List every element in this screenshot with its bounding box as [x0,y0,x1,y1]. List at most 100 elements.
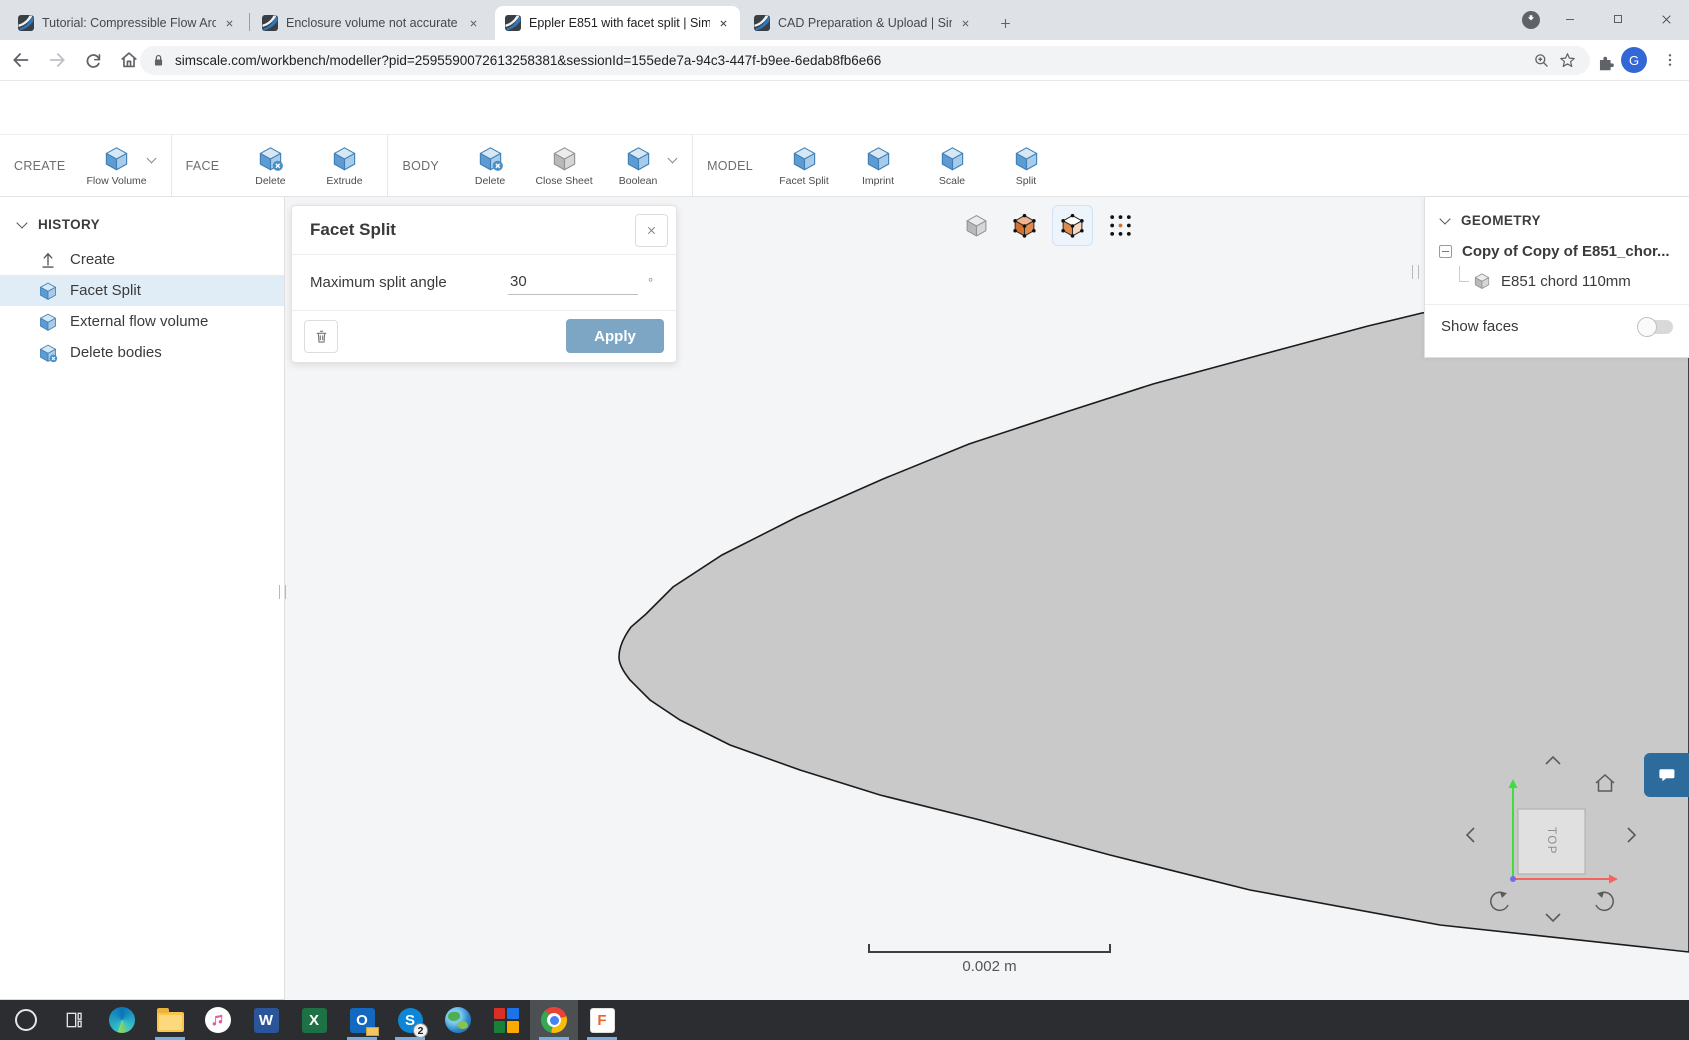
window-maximize-button[interactable] [1595,0,1641,38]
history-item-create[interactable]: Create [0,244,284,275]
plus-icon [1000,18,1010,28]
geometry-tree-child[interactable]: E851 chord 110mm [1425,266,1689,296]
edge-button[interactable] [98,1000,146,1040]
browser-menu-icon[interactable] [1658,48,1682,72]
history-item-facet-split[interactable]: Facet Split [0,275,284,306]
facet-split-dialog: Facet Split Maximum split angle ° Apply [291,205,677,363]
tool-face-delete[interactable]: Delete [233,141,307,191]
tool-body-delete[interactable]: Delete [453,141,527,191]
dialog-close-button[interactable] [635,213,668,247]
window-close-button[interactable] [1643,0,1689,38]
tab-close-icon[interactable] [464,14,482,32]
history-item-delete-bodies[interactable]: Delete bodies [0,337,284,368]
browser-tab-1[interactable]: Tutorial: Compressible Flow Arou [8,6,246,40]
task-view-icon [66,1012,82,1028]
window-minimize-button[interactable] [1547,0,1593,38]
skype-button[interactable]: S 2 [386,1000,434,1040]
render-mode-buttons [956,205,1141,246]
apply-button[interactable]: Apply [566,319,664,353]
history-panel-header[interactable]: HISTORY [0,197,284,244]
cortana-button[interactable] [2,1000,50,1040]
rotate-ccw-icon[interactable] [1490,891,1509,912]
browser-profile-avatar[interactable]: G [1621,47,1647,73]
word-button[interactable]: W [242,1000,290,1040]
render-mode-shaded-button[interactable] [956,205,997,246]
geometry-tree-root[interactable]: Copy of Copy of E851_chor... [1425,236,1689,266]
tool-split[interactable]: Split [989,141,1063,191]
tool-label: Imprint [861,174,895,187]
tool-boolean[interactable]: Boolean [601,141,675,191]
show-faces-toggle[interactable] [1637,316,1673,337]
rotate-up-chevron[interactable] [1545,755,1561,765]
reload-button[interactable] [78,45,108,75]
chevron-down-icon [16,217,28,229]
tab-close-icon[interactable] [714,14,732,32]
left-panel-resize-handle[interactable] [279,585,286,599]
tool-extrude[interactable]: Extrude [307,141,381,191]
collapse-minus-icon[interactable] [1439,244,1452,258]
geometry-panel-header[interactable]: GEOMETRY [1425,197,1689,236]
zoom-page-icon[interactable] [1528,48,1554,74]
tab-close-icon[interactable] [956,14,974,32]
fusion-app-button[interactable]: F [578,1000,626,1040]
right-panel-resize-handle[interactable] [1412,265,1419,279]
extensions-icon[interactable] [1592,50,1618,76]
toggle-knob [1637,316,1657,337]
home-view-icon[interactable] [1595,773,1615,792]
section-label: FACE [185,158,220,173]
address-bar[interactable]: simscale.com/workbench/modeller?pid=2595… [140,46,1590,75]
browser-tab-3-active[interactable]: Eppler E851 with facet split | SimS [495,6,740,40]
tool-close-sheet[interactable]: Close Sheet [527,141,601,191]
tool-label: Extrude [326,174,363,187]
cad-toolbar: CREATE Flow Volume FACE Delete Extrude B… [0,134,1689,318]
scale-cube-icon [941,146,963,170]
browser-tab-4[interactable]: CAD Preparation & Upload | Simu [744,6,982,40]
simscale-favicon [754,15,770,31]
excel-button[interactable]: X [290,1000,338,1040]
delete-operation-button[interactable] [304,319,338,353]
max-split-angle-input[interactable] [508,270,638,295]
shaded-cube-icon [966,215,987,237]
lock-icon [154,54,163,67]
extrude-cube-icon [333,146,356,170]
fusion-f-icon: F [589,1007,615,1033]
cube-icon [40,282,56,300]
render-mode-selected-button[interactable] [1052,205,1093,246]
render-mode-shaded-vertices-button[interactable] [1004,205,1045,246]
gray-cube-icon [1474,273,1490,289]
history-item-external-flow-volume[interactable]: External flow volume [0,306,284,337]
tool-scale[interactable]: Scale [915,141,989,191]
tab-close-icon[interactable] [220,14,238,32]
photos-app-button[interactable] [482,1000,530,1040]
imprint-icon [867,146,889,170]
rotate-right-chevron[interactable] [1627,827,1637,843]
new-tab-button[interactable] [992,10,1018,36]
itunes-icon [205,1007,231,1033]
tool-facet-split[interactable]: Facet Split [767,141,841,191]
back-button[interactable] [6,45,36,75]
app-header: Eppler E851 with facet split Dashboard P… [0,80,1689,208]
toolbar-section-model: MODEL Facet Split Imprint Scale Split [693,135,1069,196]
chrome-button[interactable] [530,1000,578,1040]
render-mode-points-button[interactable] [1100,205,1141,246]
rotate-cw-icon[interactable] [1595,891,1614,912]
tab-title: Tutorial: Compressible Flow Arou [42,16,216,30]
cortana-icon [15,1009,37,1031]
browser-update-icon[interactable] [1522,11,1540,29]
viewport-workspace: HISTORY Create Facet Split External flow… [0,197,1689,1000]
support-chat-button[interactable] [1644,753,1689,797]
itunes-button[interactable] [194,1000,242,1040]
file-explorer-button[interactable] [146,1000,194,1040]
rotate-down-chevron[interactable] [1545,913,1561,923]
rotate-left-chevron[interactable] [1465,827,1475,843]
tool-flow-volume[interactable]: Flow Volume [80,141,154,191]
windows-taskbar: W X O S 2 F [0,1000,1689,1040]
forward-button[interactable] [42,45,72,75]
earth-app-button[interactable] [434,1000,482,1040]
browser-tab-2[interactable]: Enclosure volume not accurate su [252,6,490,40]
tool-imprint[interactable]: Imprint [841,141,915,191]
bookmark-star-icon[interactable] [1554,48,1580,74]
outlook-button[interactable]: O [338,1000,386,1040]
browser-tab-strip: Tutorial: Compressible Flow Arou Enclosu… [0,0,1689,40]
task-view-button[interactable] [50,1000,98,1040]
